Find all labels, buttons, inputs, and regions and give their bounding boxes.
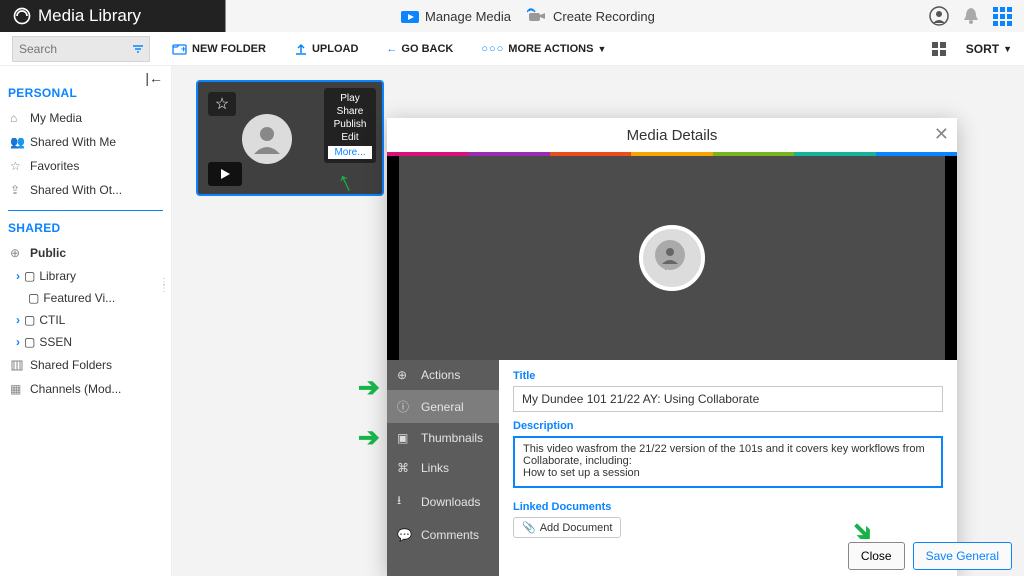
tab-actions[interactable]: ⊕Actions: [387, 360, 499, 390]
modal-title: Media Details: [627, 127, 718, 144]
home-icon: ⌂: [10, 111, 24, 125]
app-title: Media Library: [38, 6, 141, 26]
close-icon[interactable]: ✕: [934, 124, 949, 145]
add-document-button[interactable]: 📎Add Document: [513, 517, 621, 538]
collapse-sidebar-button[interactable]: |←: [145, 70, 163, 86]
opt-more[interactable]: More...: [328, 146, 372, 159]
media-card[interactable]: ☆ Play Share Publish Edit More...: [196, 80, 384, 196]
filter-icon[interactable]: [132, 43, 143, 55]
sidebar-shared-with-others[interactable]: ⇪Shared With Ot...: [8, 178, 163, 202]
tree-ssen[interactable]: ›▢SSEN: [8, 331, 163, 353]
label-title: Title: [513, 370, 943, 382]
upload-button[interactable]: UPLOAD: [288, 38, 364, 60]
folder-icon: [401, 8, 419, 24]
title-input[interactable]: [513, 386, 943, 412]
card-avatar: [242, 114, 292, 164]
label-description: Description: [513, 420, 943, 432]
image-icon: ▣: [397, 431, 413, 445]
link-icon: ⌘: [397, 461, 413, 475]
description-textarea[interactable]: [513, 436, 943, 488]
media-details-modal: Media Details ✕ ⊕Actions ⓘGeneral ▣Thu: [387, 118, 957, 576]
sidebar-public[interactable]: ⊕Public: [8, 241, 163, 265]
personal-heading: PERSONAL: [8, 86, 163, 100]
opt-play[interactable]: Play: [328, 92, 372, 105]
share-icon: ⇪: [10, 183, 24, 197]
tab-thumbnails[interactable]: ▣Thumbnails: [387, 423, 499, 453]
close-button[interactable]: Close: [848, 542, 905, 570]
card-options: Play Share Publish Edit More...: [324, 88, 376, 163]
comment-icon: 💬: [397, 528, 413, 542]
sidebar-channels[interactable]: ▦Channels (Mod...: [8, 377, 163, 401]
tab-links[interactable]: ⌘Links: [387, 453, 499, 483]
star-icon: ☆: [10, 159, 24, 173]
sidebar-favorites[interactable]: ☆Favorites: [8, 154, 163, 178]
profile-icon[interactable]: [929, 6, 949, 26]
tree-featured[interactable]: ▢Featured Vi...: [8, 287, 163, 309]
search-field[interactable]: [19, 42, 132, 56]
sidebar-shared-with-me[interactable]: 👥Shared With Me: [8, 130, 163, 154]
svg-text:+: +: [181, 44, 186, 54]
preview-avatar-icon: [655, 240, 685, 270]
favorite-toggle[interactable]: ☆: [208, 92, 236, 116]
play-button[interactable]: [208, 162, 242, 186]
plus-circle-icon: ⊕: [397, 368, 413, 382]
tree-ctil[interactable]: ›▢CTIL: [8, 309, 163, 331]
go-back-button[interactable]: ←GO BACK: [380, 39, 459, 59]
swirl-icon: [12, 6, 32, 26]
tree-library[interactable]: ›▢Library: [8, 265, 163, 287]
search-input[interactable]: [12, 36, 150, 62]
grid-view-button[interactable]: [932, 42, 946, 56]
shared-heading: SHARED: [8, 221, 163, 235]
new-folder-button[interactable]: +NEW FOLDER: [166, 38, 272, 60]
tab-comments[interactable]: 💬Comments: [387, 520, 499, 550]
label-linked-docs: Linked Documents: [513, 501, 943, 513]
sidebar-my-media[interactable]: ⌂My Media: [8, 106, 163, 130]
rainbow-bar: [387, 152, 957, 156]
more-actions-button[interactable]: ○○○MORE ACTIONS▼: [475, 39, 612, 59]
create-recording-button[interactable]: Create Recording: [527, 8, 655, 24]
channel-icon: ▦: [10, 382, 24, 396]
bell-icon[interactable]: [963, 7, 979, 25]
apps-icon[interactable]: [993, 7, 1012, 26]
info-icon: ⓘ: [397, 398, 413, 415]
paperclip-icon: 📎: [522, 521, 536, 534]
resize-handle[interactable]: ⋮⋮: [159, 280, 169, 292]
tab-general[interactable]: ⓘGeneral: [387, 390, 499, 423]
opt-publish[interactable]: Publish: [328, 118, 372, 131]
tab-downloads[interactable]: ⭳Downloads: [387, 483, 499, 520]
sort-button[interactable]: SORT▼: [966, 42, 1012, 56]
trash-icon: [10, 359, 24, 371]
globe-icon: ⊕: [10, 246, 24, 260]
download-icon: ⭳: [397, 491, 413, 512]
camera-icon: [527, 8, 547, 24]
annotation-arrow-desc: ➔: [358, 422, 380, 453]
sidebar-shared-folders[interactable]: Shared Folders: [8, 353, 163, 377]
save-general-button[interactable]: Save General: [913, 542, 1012, 570]
opt-share[interactable]: Share: [328, 105, 372, 118]
app-logo: Media Library: [12, 6, 141, 26]
manage-media-button[interactable]: Manage Media: [401, 8, 511, 24]
opt-edit[interactable]: Edit: [328, 131, 372, 144]
annotation-arrow-title: ➔: [358, 372, 380, 403]
people-icon: 👥: [10, 135, 24, 149]
